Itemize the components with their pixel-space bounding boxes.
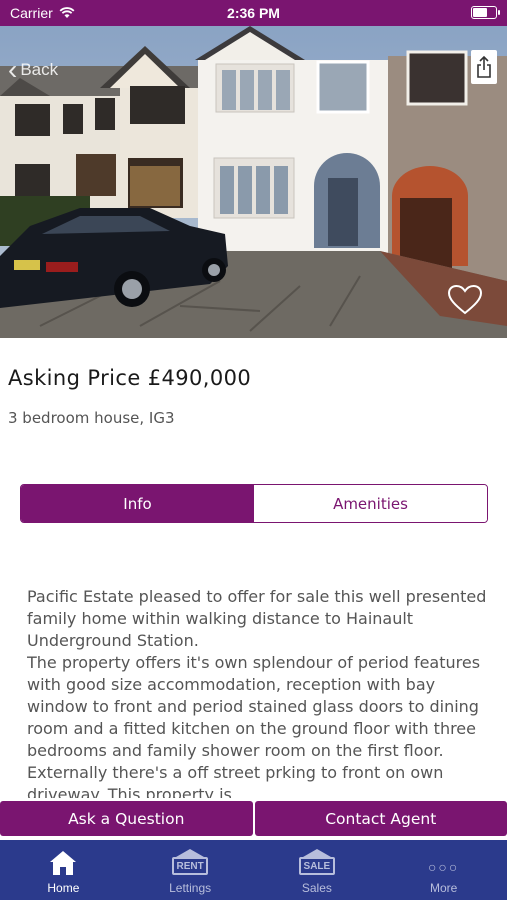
back-button[interactable]: ‹ Back xyxy=(8,56,58,84)
tabbar-item-sales[interactable]: SALE Sales xyxy=(254,840,381,900)
home-icon xyxy=(50,851,77,875)
status-bar: Carrier 2:36 PM xyxy=(0,0,507,26)
contact-agent-button[interactable]: Contact Agent xyxy=(254,801,507,836)
bottom-tab-bar: Home RENT Lettings SALE Sales ○○○ More xyxy=(0,840,507,900)
property-description[interactable]: Pacific Estate pleased to offer for sale… xyxy=(27,586,487,798)
description-paragraph: Pacific Estate pleased to offer for sale… xyxy=(27,587,487,650)
heart-icon xyxy=(447,284,483,315)
tabbar-item-home[interactable]: Home xyxy=(0,840,127,900)
ask-question-button[interactable]: Ask a Question xyxy=(0,801,253,836)
action-bar: Ask a Question Contact Agent xyxy=(0,801,507,836)
sale-sign-icon: SALE xyxy=(298,849,335,877)
favorite-button[interactable] xyxy=(447,284,483,316)
chevron-left-icon: ‹ xyxy=(8,54,18,85)
tab-amenities[interactable]: Amenities xyxy=(254,485,487,522)
battery-icon xyxy=(471,6,500,19)
tabbar-item-more[interactable]: ○○○ More xyxy=(380,840,507,900)
more-icon: ○○○ xyxy=(427,859,460,875)
rent-sign-icon: RENT xyxy=(172,849,209,877)
info-tabs: Info Amenities xyxy=(20,484,488,523)
tab-info[interactable]: Info xyxy=(21,485,254,522)
tabbar-label: Sales xyxy=(301,881,332,895)
share-icon xyxy=(477,55,491,78)
description-paragraph: The property offers it's own splendour o… xyxy=(27,653,481,798)
rent-badge-text: RENT xyxy=(172,857,209,875)
back-label: Back xyxy=(20,60,59,79)
share-button[interactable] xyxy=(471,50,497,84)
tabbar-item-lettings[interactable]: RENT Lettings xyxy=(127,840,254,900)
sale-badge-text: SALE xyxy=(298,857,335,875)
asking-price: Asking Price £490,000 xyxy=(8,366,252,390)
tabbar-label: More xyxy=(429,881,458,895)
property-photo[interactable]: ‹ Back xyxy=(0,26,507,338)
tabbar-label: Lettings xyxy=(169,881,212,895)
tabbar-label: Home xyxy=(47,881,80,895)
property-summary: 3 bedroom house, IG3 xyxy=(8,409,175,427)
status-time: 2:36 PM xyxy=(227,5,280,21)
